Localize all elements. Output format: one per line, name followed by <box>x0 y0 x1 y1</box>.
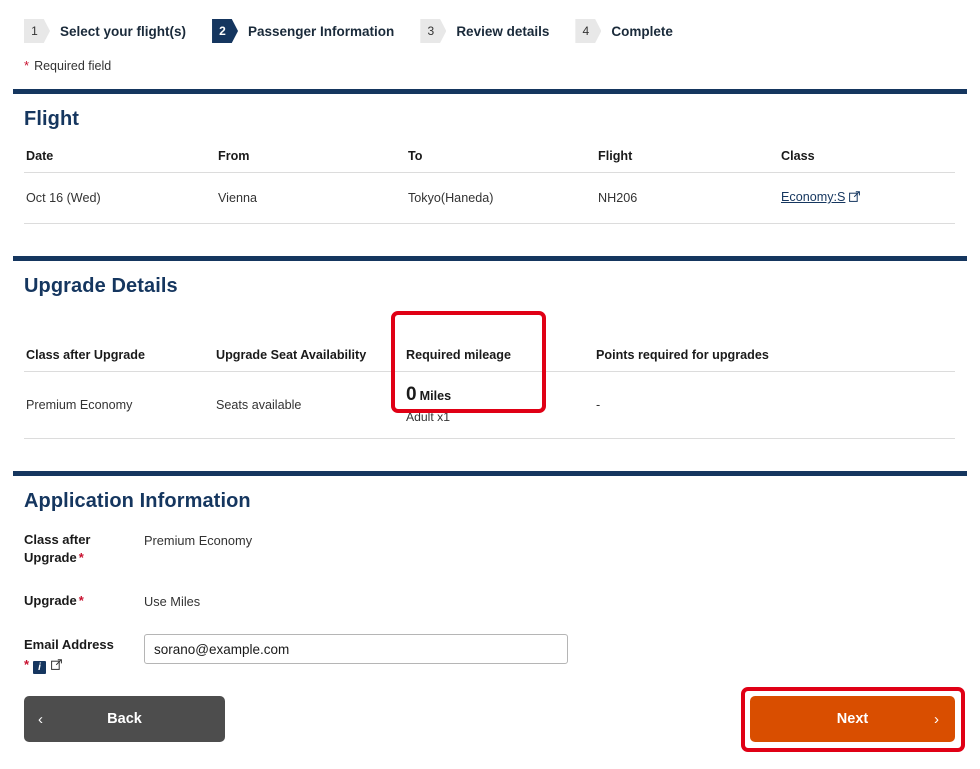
required-asterisk: * <box>24 656 30 672</box>
field-value-upgrade: Use Miles <box>144 593 201 609</box>
step-label: Review details <box>456 23 550 39</box>
application-information-section: Application Information Class after Upgr… <box>0 490 980 675</box>
upgrade-details-table: Class after Upgrade Upgrade Seat Availab… <box>24 310 955 439</box>
upgrade-details-section: Upgrade Details Class after Upgrade Upgr… <box>0 275 980 439</box>
external-link-icon[interactable] <box>51 657 62 675</box>
column-header-from: From <box>216 143 406 173</box>
field-label-text: Email Address <box>24 637 114 653</box>
application-form: Class after Upgrade * Premium Economy Upg… <box>24 529 956 675</box>
column-header-seat-availability: Upgrade Seat Availability <box>214 310 404 372</box>
cell-required-mileage: 0 Miles Adult x1 <box>404 371 594 439</box>
form-row-upgrade: Upgrade * Use Miles <box>24 590 956 610</box>
column-header-date: Date <box>24 143 216 173</box>
section-divider-upgrade <box>13 256 967 261</box>
stepper-step-2[interactable]: 2 Passenger Information <box>212 19 394 43</box>
stepper-step-3[interactable]: 3 Review details <box>420 19 549 43</box>
stepper-step-1[interactable]: 1 Select your flight(s) <box>24 19 186 43</box>
back-button-label: Back <box>107 711 142 727</box>
external-link-icon <box>849 191 861 205</box>
step-number-badge: 4 <box>575 19 602 43</box>
cell-from: Vienna <box>216 172 406 224</box>
cell-to: Tokyo(Haneda) <box>406 172 596 224</box>
form-row-email-address: Email Address * i <box>24 634 956 675</box>
form-action-bar: ‹ Back Next › <box>0 696 980 756</box>
section-divider-application <box>13 471 967 476</box>
back-button[interactable]: ‹ Back <box>24 696 225 742</box>
email-input-wrapper <box>144 634 568 665</box>
chevron-right-icon: › <box>934 710 939 728</box>
cell-points-required: - <box>594 371 955 439</box>
flight-table: Date From To Flight Class Oct 16 (Wed) V… <box>24 143 955 224</box>
flight-table-header-row: Date From To Flight Class <box>24 143 955 173</box>
step-label: Complete <box>611 23 673 39</box>
class-detail-link[interactable]: Economy:S <box>781 190 845 204</box>
column-header-points-required: Points required for upgrades <box>594 310 955 372</box>
column-header-class-after-upgrade: Class after Upgrade <box>24 310 214 372</box>
required-asterisk: * <box>78 592 84 608</box>
mileage-value: 0 <box>406 384 417 405</box>
cell-seat-availability: Seats available <box>214 371 404 439</box>
field-value-class-after-upgrade: Premium Economy <box>144 533 253 548</box>
chevron-left-icon: ‹ <box>38 710 43 728</box>
upgrade-table-header-row: Class after Upgrade Upgrade Seat Availab… <box>24 310 955 372</box>
required-asterisk: * <box>78 550 84 566</box>
progress-stepper: 1 Select your flight(s) 2 Passenger Info… <box>0 0 980 44</box>
field-label-email-address: Email Address * i <box>24 634 144 675</box>
mileage-passenger-count: Adult x1 <box>406 410 451 424</box>
column-header-class: Class <box>779 143 955 173</box>
column-header-to: To <box>406 143 596 173</box>
section-divider-flight <box>13 89 967 94</box>
cell-class-after-upgrade: Premium Economy <box>24 371 214 439</box>
cell-class: Economy:S <box>779 172 955 224</box>
step-label: Passenger Information <box>248 23 395 39</box>
table-row: Oct 16 (Wed) Vienna Tokyo(Haneda) NH206 … <box>24 172 955 224</box>
mileage-amount-line: 0 Miles <box>406 385 592 404</box>
info-icon[interactable]: i <box>33 660 47 674</box>
next-button-label: Next <box>836 711 869 727</box>
application-section-title: Application Information <box>24 490 251 512</box>
table-row: Premium Economy Seats available 0 Miles A… <box>24 371 955 439</box>
required-field-note: * Required field <box>0 44 980 73</box>
required-field-text: Required field <box>34 59 112 73</box>
required-asterisk: * <box>24 58 30 73</box>
field-label-class-after-upgrade: Class after Upgrade * <box>24 529 144 568</box>
step-number-badge: 2 <box>212 19 239 43</box>
column-header-required-mileage: Required mileage <box>404 310 594 372</box>
field-label-upgrade: Upgrade * <box>24 590 144 610</box>
flight-section: Flight Date From To Flight Class Oct 16 … <box>0 108 980 224</box>
flight-section-title: Flight <box>24 108 80 130</box>
upgrade-section-title: Upgrade Details <box>24 275 178 297</box>
form-row-class-after-upgrade: Class after Upgrade * Premium Economy <box>24 529 956 568</box>
column-header-flight: Flight <box>596 143 779 173</box>
mileage-unit: Miles <box>419 389 452 403</box>
stepper-step-4[interactable]: 4 Complete <box>575 19 673 43</box>
cell-flight-number: NH206 <box>596 172 779 224</box>
step-number-badge: 3 <box>420 19 447 43</box>
step-number-badge: 1 <box>24 19 50 43</box>
field-label-text: Upgrade <box>24 592 77 608</box>
email-input[interactable] <box>144 634 568 665</box>
step-label: Select your flight(s) <box>60 23 187 39</box>
next-button[interactable]: Next › <box>750 696 955 742</box>
cell-date: Oct 16 (Wed) <box>24 172 216 224</box>
